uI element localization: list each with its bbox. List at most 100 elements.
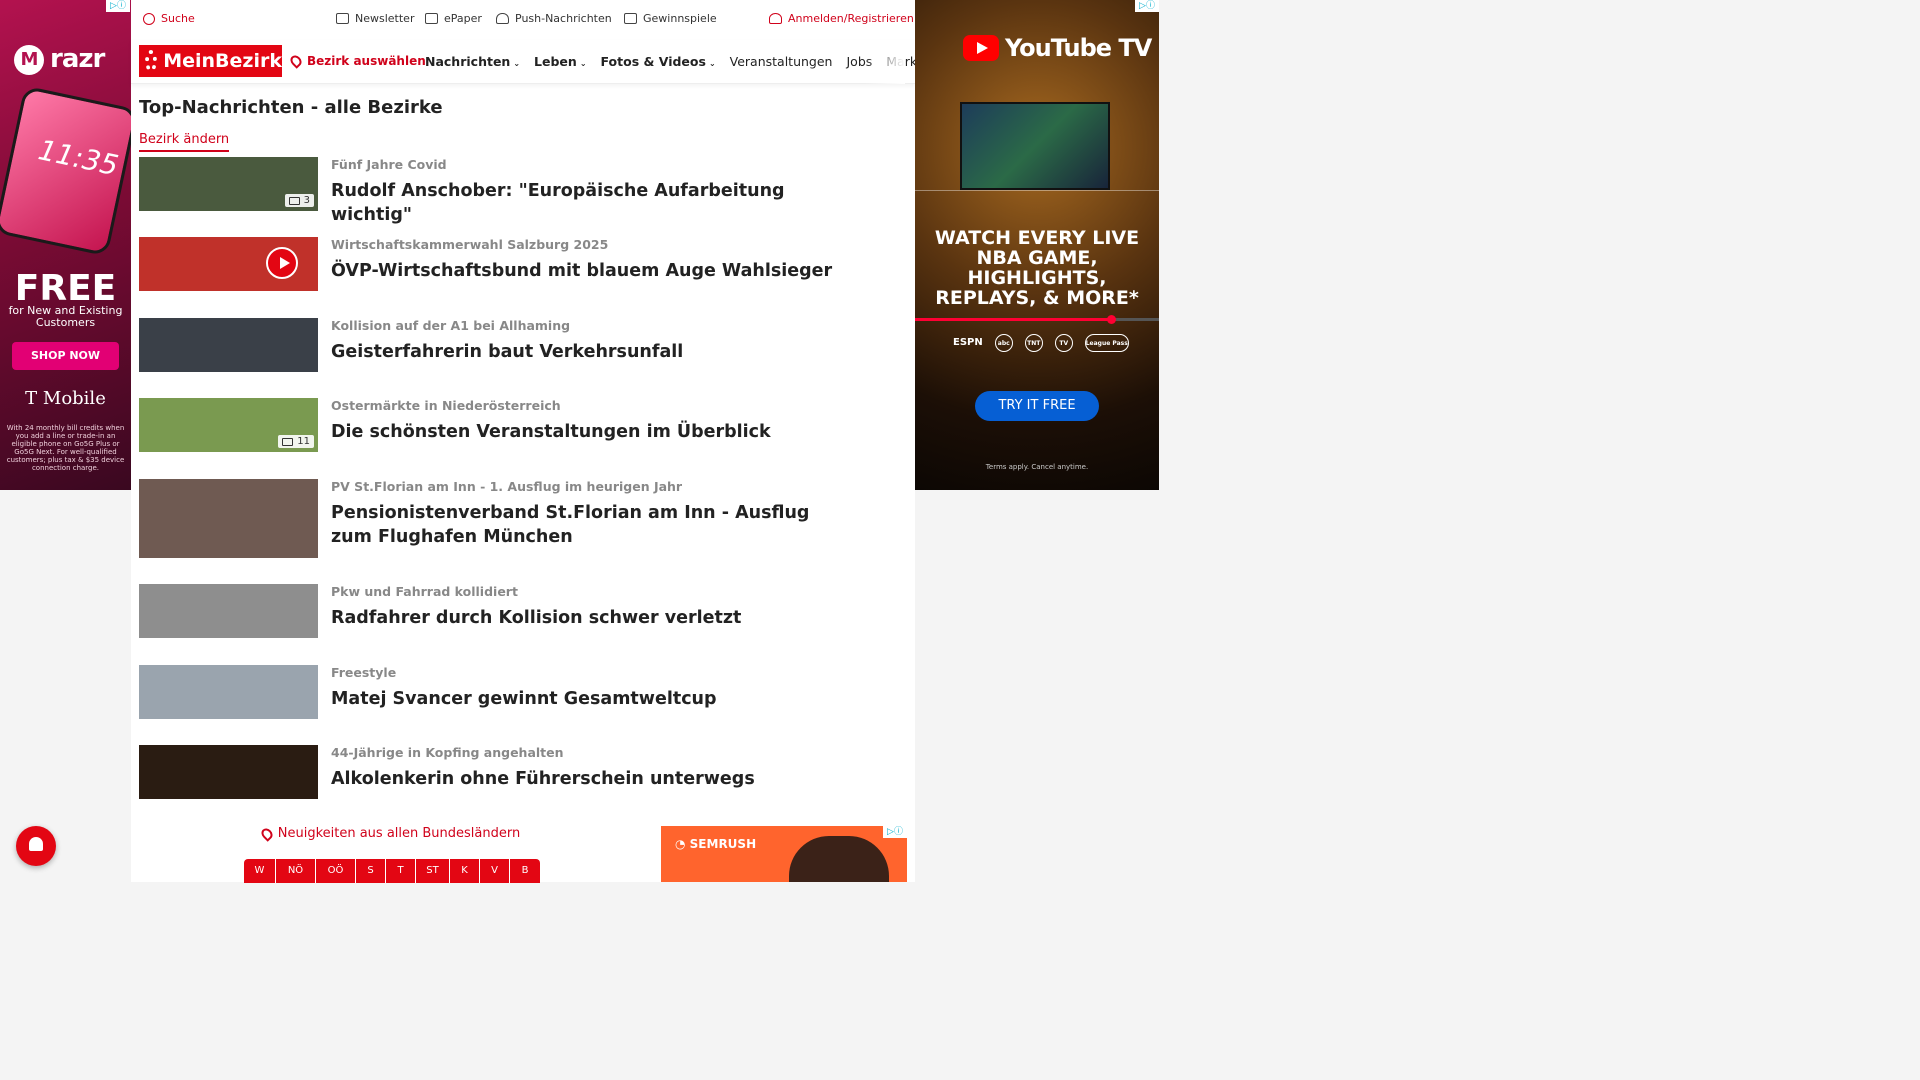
article-title[interactable]: Rudolf Anschober: "Europäische Aufarbeit… [331, 179, 851, 227]
nav-item-label: Nachrichten [425, 54, 511, 69]
bezirk-label: Bezirk auswählen [307, 54, 426, 68]
ad-brand: Mrazr [14, 44, 105, 75]
location-pin-icon [258, 825, 275, 842]
right-ad-banner[interactable]: ▷ⓘ YouTube TV WATCH EVERY LIVE NBA GAME,… [915, 0, 1159, 490]
nav-fade [865, 40, 905, 84]
state-tab[interactable]: S [356, 859, 386, 883]
notification-bell-button[interactable] [16, 826, 56, 866]
state-tab[interactable]: T [386, 859, 416, 883]
bottom-ad-banner[interactable]: ▷ⓘ ◔ SEMRUSH [661, 826, 907, 882]
newsletter-link[interactable]: Newsletter [336, 12, 414, 25]
epaper-link[interactable]: ePaper [425, 12, 482, 25]
nav-item-label: Leben [534, 54, 577, 69]
article-title[interactable]: Geisterfahrerin baut Verkehrsunfall [331, 340, 851, 364]
carrier-logo: T Mobile [25, 388, 106, 409]
mail-icon [336, 13, 349, 24]
article-thumbnail[interactable] [139, 665, 318, 719]
article-thumbnail[interactable] [139, 318, 318, 372]
phone-image: 11:35 [0, 85, 131, 257]
chevron-down-icon: ⌄ [579, 59, 587, 68]
network-logos: ESPN abc TNT TV League Pass [953, 334, 1129, 352]
article-title[interactable]: Pensionistenverband St.Florian am Inn - … [331, 501, 851, 549]
network-logo: TNT [1024, 334, 1043, 352]
article-title[interactable]: Radfahrer durch Kollision schwer verletz… [331, 606, 851, 630]
gallery-count-badge: 11 [278, 435, 314, 448]
bundeslaender-link[interactable]: Neuigkeiten aus allen Bundesländern [131, 825, 651, 842]
article-title[interactable]: Matej Svancer gewinnt Gesamtweltcup [331, 687, 851, 711]
games-link[interactable]: Gewinnspiele [624, 12, 717, 25]
image-gallery-icon [282, 437, 294, 446]
newsletter-label: Newsletter [355, 12, 415, 25]
article-overline: Fünf Jahre Covid [331, 157, 447, 172]
nav-item-label: Fotos & Videos [600, 54, 706, 69]
play-video-icon[interactable] [266, 247, 298, 279]
search-icon [143, 12, 155, 25]
nav-item-fotos-videos[interactable]: Fotos & Videos ⌄ [601, 54, 716, 69]
logo-sun-icon [145, 50, 158, 72]
network-logo: TV [1054, 334, 1073, 352]
article-overline: Freestyle [331, 665, 397, 680]
article-thumbnail[interactable] [139, 237, 318, 291]
search-label: Suche [161, 12, 195, 25]
article-overline: Kollision auf der A1 bei Allhaming [331, 318, 571, 333]
youtube-play-icon [963, 35, 999, 61]
article-title[interactable]: Die schönsten Veranstaltungen im Überbli… [331, 420, 851, 444]
main-navigation: MeinBezirk Bezirk auswählen Nachrichten ⌄… [131, 40, 953, 84]
top-utility-bar: Suche Newsletter ePaper Push-Nachrichten… [131, 0, 915, 38]
article-thumbnail[interactable]: 3 [139, 157, 318, 211]
ad-free-text: FREE [14, 268, 117, 309]
state-tab[interactable]: V [480, 859, 510, 883]
article-overline: 44-Jährige in Kopfing angehalten [331, 745, 564, 760]
state-tab[interactable]: ST [416, 859, 450, 883]
push-link[interactable]: Push-Nachrichten [496, 12, 612, 25]
network-logo: abc [994, 334, 1013, 352]
article-overline: Wirtschaftskammerwahl Salzburg 2025 [331, 237, 609, 252]
article-thumbnail[interactable]: 11 [139, 398, 318, 452]
article-title[interactable]: Alkolenkerin ohne Führerschein unterwegs [331, 767, 851, 791]
logo-text: MeinBezirk [163, 50, 282, 72]
state-tab[interactable]: NÖ [276, 859, 316, 883]
nav-item-veranstaltungen[interactable]: Veranstaltungen [730, 54, 833, 69]
state-tab[interactable]: OÖ [316, 859, 356, 883]
article-thumbnail[interactable] [139, 584, 318, 638]
ad-image [789, 836, 889, 882]
games-label: Gewinnspiele [643, 12, 717, 25]
user-icon [769, 13, 782, 24]
state-tab[interactable]: B [510, 859, 540, 883]
location-pin-icon [288, 53, 304, 69]
login-link[interactable]: Anmelden/Registrieren [769, 12, 914, 25]
bezirk-select-button[interactable]: Bezirk auswählen [288, 53, 426, 69]
motorola-logo-icon: M [14, 44, 44, 75]
state-tab[interactable]: K [450, 859, 480, 883]
network-logo: ESPN [953, 337, 983, 348]
ad-progress-bar [915, 315, 1159, 324]
left-ad-banner[interactable]: ▷ⓘ Mrazr 11:35 FREE for New and Existing… [0, 0, 131, 490]
try-it-free-button[interactable]: TRY IT FREE [975, 391, 1099, 421]
adchoices-icon[interactable]: ▷ⓘ [883, 826, 907, 838]
ad-brand: YouTube TV [1005, 34, 1152, 62]
shop-now-button[interactable]: SHOP NOW [12, 342, 119, 370]
nav-item-leben[interactable]: Leben ⌄ [534, 54, 586, 69]
ad-brand: ◔ SEMRUSH [675, 837, 757, 851]
site-logo[interactable]: MeinBezirk [139, 45, 282, 77]
ad-terms: Terms apply. Cancel anytime. [985, 463, 1089, 471]
search-link[interactable]: Suche [143, 12, 195, 25]
ad-headline: WATCH EVERY LIVE NBA GAME, HIGHLIGHTS, R… [934, 227, 1140, 309]
court-lines [915, 190, 1159, 230]
adchoices-icon[interactable]: ▷ⓘ [1135, 0, 1159, 12]
nav-item-nachrichten[interactable]: Nachrichten ⌄ [425, 54, 520, 69]
nav-item-label: Veranstaltungen [729, 54, 833, 69]
gallery-count-badge: 3 [284, 194, 314, 207]
newspaper-icon [425, 13, 438, 24]
ad-subtext: for New and Existing Customers [8, 304, 123, 329]
tv-image [960, 102, 1110, 190]
adchoices-icon[interactable]: ▷ⓘ [106, 0, 130, 12]
article-title[interactable]: ÖVP-Wirtschaftsbund mit blauem Auge Wahl… [331, 259, 851, 283]
article-thumbnail[interactable] [139, 745, 318, 799]
change-bezirk-link[interactable]: Bezirk ändern [139, 132, 230, 152]
gallery-count: 3 [303, 195, 310, 206]
state-tab[interactable]: W [244, 859, 276, 883]
article-thumbnail[interactable] [139, 479, 318, 558]
gift-icon [624, 13, 637, 24]
gallery-count: 11 [297, 436, 310, 447]
